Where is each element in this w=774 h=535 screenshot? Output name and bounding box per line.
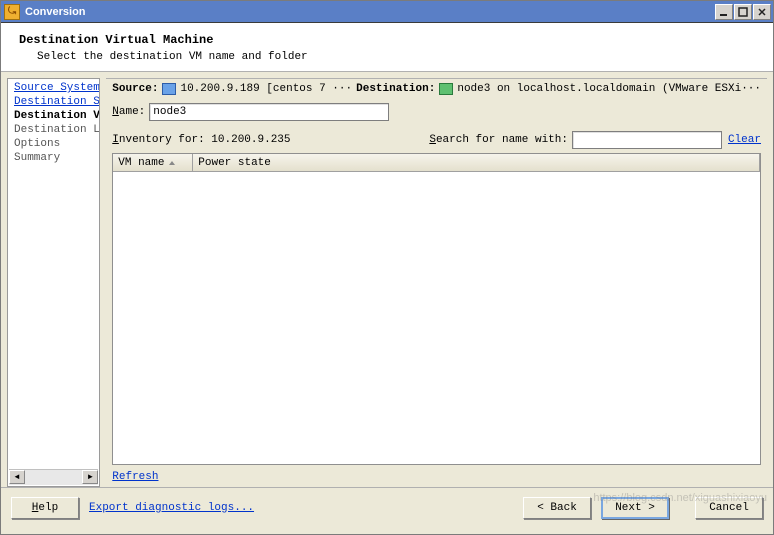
vm-table-header: VM name Power state bbox=[113, 154, 760, 172]
export-diagnostic-logs-link[interactable]: Export diagnostic logs... bbox=[89, 502, 254, 514]
sidebar-item-options: Options bbox=[14, 138, 60, 150]
sidebar-item-source-system[interactable]: Source System bbox=[14, 82, 99, 94]
sidebar-item-destination-location: Destination Location bbox=[14, 124, 99, 136]
close-button[interactable] bbox=[753, 4, 771, 20]
next-button[interactable]: Next > bbox=[601, 497, 669, 519]
page-subtitle: Select the destination VM name and folde… bbox=[37, 51, 757, 63]
minimize-button[interactable] bbox=[715, 4, 733, 20]
sidebar-horizontal-scrollbar[interactable]: ◄ ► bbox=[9, 469, 98, 485]
destination-host-icon bbox=[439, 83, 453, 95]
source-label: Source: bbox=[112, 83, 158, 95]
vm-table: VM name Power state bbox=[112, 153, 761, 465]
column-header-power-state[interactable]: Power state bbox=[193, 154, 760, 171]
inventory-label: Inventory for: 10.200.9.235 bbox=[112, 134, 290, 146]
cancel-button[interactable]: Cancel bbox=[695, 497, 763, 519]
source-value: 10.200.9.189 [centos 7 ··· bbox=[180, 83, 352, 95]
destination-value: node3 on localhost.localdomain (VMware E… bbox=[457, 83, 761, 95]
column-header-vm-name[interactable]: VM name bbox=[113, 154, 193, 171]
back-button[interactable]: < Back bbox=[523, 497, 591, 519]
scroll-right-button[interactable]: ► bbox=[82, 470, 98, 484]
page-title: Destination Virtual Machine bbox=[19, 33, 757, 47]
wizard-header: Destination Virtual Machine Select the d… bbox=[1, 23, 773, 72]
app-icon: ⤿ bbox=[4, 4, 20, 20]
sort-indicator-icon bbox=[168, 159, 176, 167]
sidebar-item-summary: Summary bbox=[14, 152, 60, 164]
help-button[interactable]: Help bbox=[11, 497, 79, 519]
sidebar-item-destination-vm: Destination Virtua bbox=[14, 110, 99, 122]
clear-search-link[interactable]: Clear bbox=[728, 134, 761, 146]
refresh-link[interactable]: Refresh bbox=[112, 471, 158, 483]
main-panel: Source: 10.200.9.189 [centos 7 ··· Desti… bbox=[106, 78, 767, 487]
wizard-footer: Help Export diagnostic logs... < Back Ne… bbox=[1, 487, 773, 527]
vm-name-input[interactable] bbox=[149, 103, 389, 121]
scroll-left-button[interactable]: ◄ bbox=[9, 470, 25, 484]
wizard-steps-sidebar: Source System Destination System Destina… bbox=[7, 78, 100, 487]
sidebar-item-destination-system[interactable]: Destination System bbox=[14, 96, 99, 108]
window-titlebar: ⤿ Conversion bbox=[1, 1, 773, 23]
search-input[interactable] bbox=[572, 131, 722, 149]
destination-label: Destination: bbox=[356, 83, 435, 95]
source-host-icon bbox=[162, 83, 176, 95]
name-label: Name: bbox=[112, 106, 145, 118]
search-label: Search for name with: bbox=[429, 134, 568, 146]
maximize-button[interactable] bbox=[734, 4, 752, 20]
vm-table-body[interactable] bbox=[113, 172, 760, 464]
window-title: Conversion bbox=[25, 6, 715, 18]
